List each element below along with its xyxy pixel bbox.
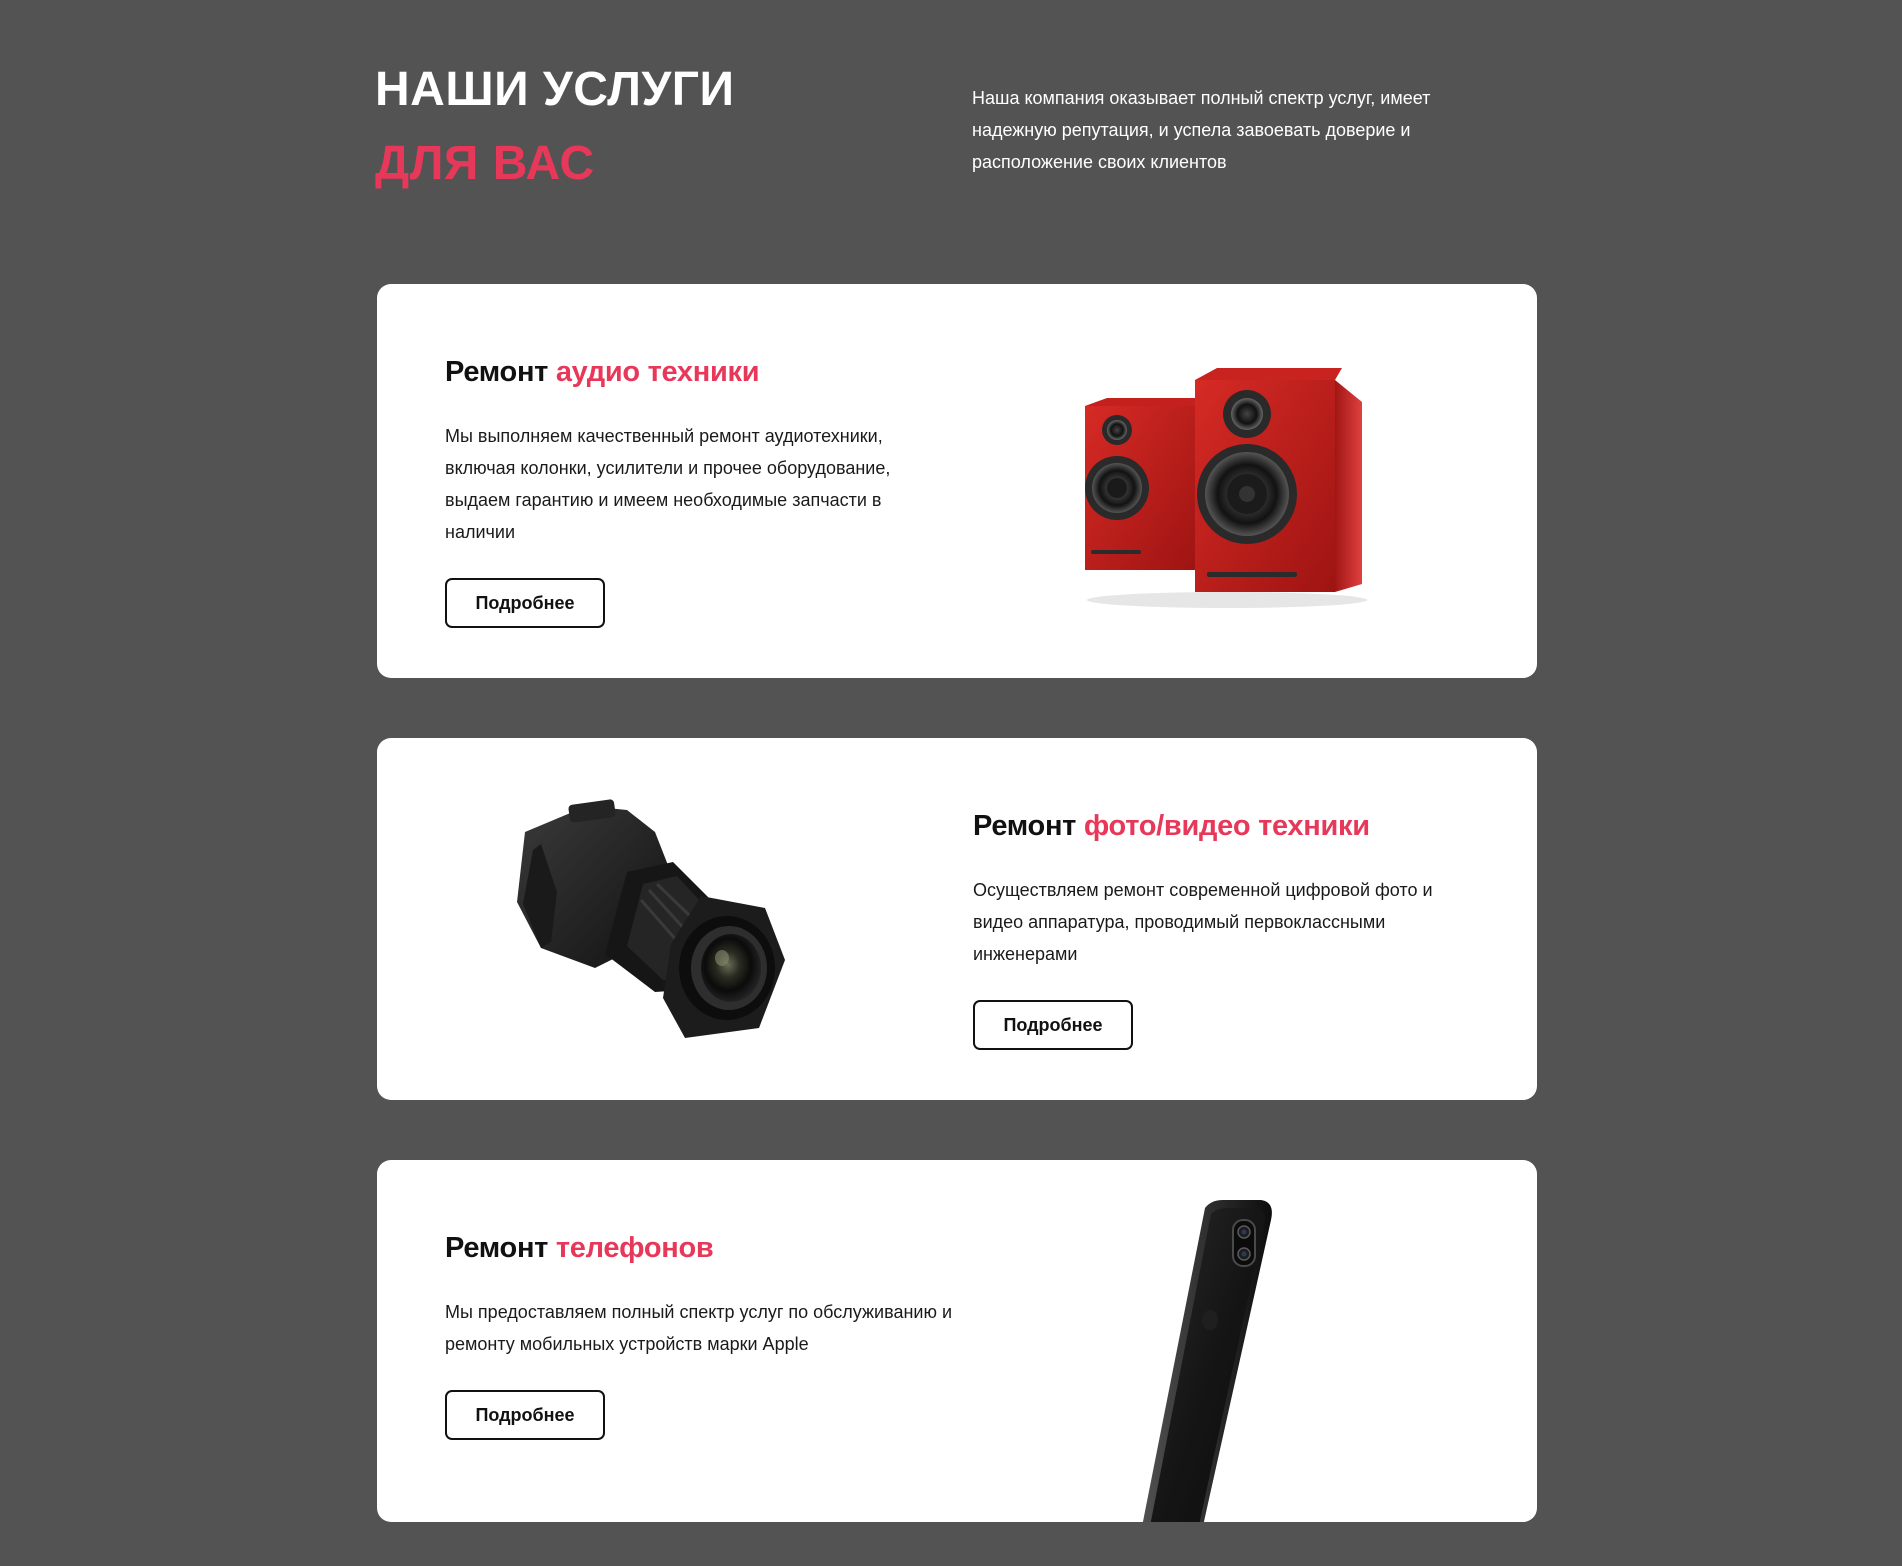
more-button[interactable]: Подробнее	[445, 578, 605, 628]
services-header: НАШИ УСЛУГИ ДЛЯ ВАС Наша компания оказыв…	[0, 0, 1902, 280]
section-intro: Наша компания оказывает полный спектр ус…	[972, 88, 1431, 172]
service-title-accent: аудио техники	[555, 356, 760, 388]
service-description: Мы выполняем качественный ремонт аудиоте…	[445, 426, 891, 542]
service-title-prefix: Ремонт	[973, 810, 1077, 842]
service-card-text: Ремонт аудио техники Мы выполняем качест…	[445, 352, 955, 628]
more-button[interactable]: Подробнее	[973, 1000, 1133, 1050]
more-button[interactable]: Подробнее	[445, 1390, 605, 1440]
service-card-text: Ремонт фото/видео техники Осуществляем р…	[973, 806, 1483, 1050]
camera-image	[477, 792, 837, 1062]
speakers-image	[1077, 344, 1377, 614]
service-card-text: Ремонт телефонов Мы предоставляем полный…	[445, 1228, 955, 1440]
service-description: Осуществляем ремонт современной цифровой…	[973, 880, 1433, 964]
phone-image	[1107, 1200, 1347, 1522]
service-card-audio: Ремонт аудио техники Мы выполняем качест…	[377, 284, 1537, 678]
service-description: Мы предоставляем полный спектр услуг по …	[445, 1302, 953, 1354]
service-title: Ремонт аудио техники	[445, 352, 955, 392]
service-card-photo-video: Ремонт фото/видео техники Осуществляем р…	[377, 738, 1537, 1100]
service-title-accent: телефонов	[555, 1232, 714, 1264]
service-title-accent: фото/видео техники	[1083, 810, 1370, 842]
service-title-prefix: Ремонт	[445, 356, 549, 388]
service-title-prefix: Ремонт	[445, 1232, 549, 1264]
section-subtitle: ДЛЯ ВАС	[375, 137, 595, 190]
service-title: Ремонт телефонов	[445, 1228, 955, 1268]
service-card-phones: Ремонт телефонов Мы предоставляем полный…	[377, 1160, 1537, 1522]
service-title: Ремонт фото/видео техники	[973, 806, 1483, 846]
section-title: НАШИ УСЛУГИ	[375, 63, 735, 116]
